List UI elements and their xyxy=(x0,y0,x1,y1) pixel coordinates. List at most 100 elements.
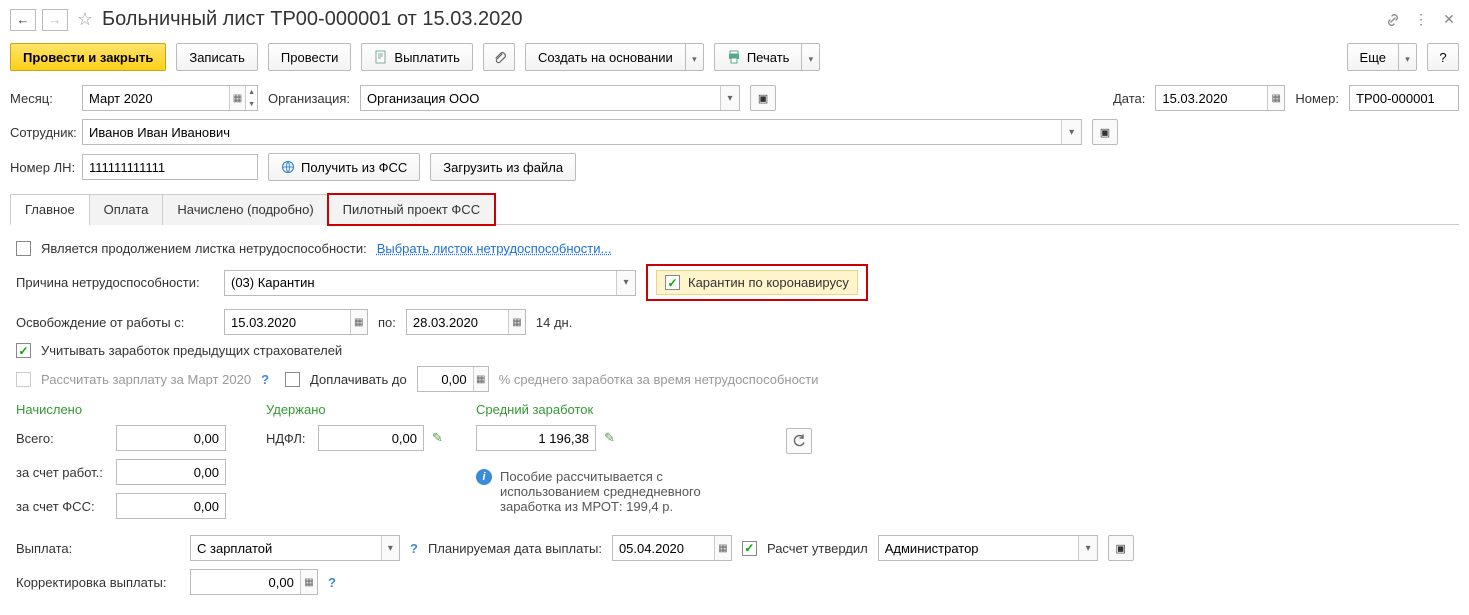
avg-input[interactable] xyxy=(476,425,596,451)
calendar-icon[interactable]: ▦ xyxy=(350,310,367,334)
release-label: Освобождение от работы с: xyxy=(16,315,214,330)
avg-info: Пособие рассчитывается с использованием … xyxy=(500,469,710,514)
link-icon[interactable] xyxy=(1383,10,1403,30)
topup-checkbox[interactable] xyxy=(285,372,300,387)
chevron-down-icon[interactable]: ▾ xyxy=(616,271,635,295)
pay-button[interactable]: Выплатить xyxy=(361,43,473,71)
reason-label: Причина нетрудоспособности: xyxy=(16,275,214,290)
employee-open-button[interactable]: ▣ xyxy=(1092,119,1118,145)
continuation-label: Является продолжением листка нетрудоспос… xyxy=(41,241,367,256)
continuation-checkbox[interactable] xyxy=(16,241,31,256)
correction-input[interactable]: ▦ xyxy=(190,569,318,595)
save-label: Записать xyxy=(189,50,245,65)
print-button[interactable]: Печать xyxy=(714,43,821,71)
covid-label: Карантин по коронавирусу xyxy=(688,275,849,290)
up-icon[interactable]: ▲ xyxy=(246,86,257,98)
load-file-button[interactable]: Загрузить из файла xyxy=(430,153,576,181)
post-close-button[interactable]: Провести и закрыть xyxy=(10,43,166,71)
tab-accrued-details[interactable]: Начислено (подробно) xyxy=(162,194,328,225)
down-icon[interactable]: ▼ xyxy=(246,98,257,110)
month-label: Месяц: xyxy=(10,91,72,106)
avg-header: Средний заработок xyxy=(476,402,756,417)
chevron-down-icon[interactable]: ▾ xyxy=(1061,120,1081,144)
employee-label: Сотрудник: xyxy=(10,125,72,140)
help-correction[interactable]: ? xyxy=(328,575,336,590)
month-input[interactable]: ▦ ▲▼ xyxy=(82,85,258,111)
covid-checkbox[interactable] xyxy=(665,275,680,290)
chevron-down-icon[interactable]: ▾ xyxy=(1078,536,1096,560)
create-based-dropdown[interactable] xyxy=(686,43,704,71)
number-input[interactable] xyxy=(1349,85,1459,111)
paperclip-icon xyxy=(492,50,506,64)
pencil-icon[interactable]: ✎ xyxy=(604,430,615,446)
tab-fss-pilot[interactable]: Пилотный проект ФСС xyxy=(328,194,495,225)
tab-payment[interactable]: Оплата xyxy=(89,194,164,225)
continuation-link[interactable]: Выбрать листок нетрудоспособности... xyxy=(377,241,612,256)
date-from-input[interactable]: ▦ xyxy=(224,309,368,335)
recalc-label: Рассчитать зарплату за Март 2020 xyxy=(41,372,251,387)
date-input[interactable]: ▦ xyxy=(1155,85,1285,111)
print-dropdown[interactable] xyxy=(802,43,820,71)
total-input[interactable] xyxy=(116,425,226,451)
pay-label: Выплатить xyxy=(394,50,460,65)
topup-input[interactable]: ▦ xyxy=(417,366,489,392)
post-button[interactable]: Провести xyxy=(268,43,352,71)
date-to-input[interactable]: ▦ xyxy=(406,309,526,335)
help-recalc[interactable]: ? xyxy=(261,372,269,387)
approved-open-button[interactable]: ▣ xyxy=(1108,535,1134,561)
payment-input[interactable]: ▾ xyxy=(190,535,400,561)
approved-input[interactable]: ▾ xyxy=(878,535,1098,561)
fss-input[interactable] xyxy=(116,493,226,519)
prev-insurers-label: Учитывать заработок предыдущих страховат… xyxy=(41,343,342,358)
create-based-label: Создать на основании xyxy=(538,50,673,65)
covid-highlight: Карантин по коронавирусу xyxy=(646,264,868,301)
topup-suffix: % среднего заработка за время нетрудоспо… xyxy=(499,372,819,387)
reason-input[interactable]: ▾ xyxy=(224,270,636,296)
favorite-icon[interactable]: ☆ xyxy=(74,9,96,31)
save-button[interactable]: Записать xyxy=(176,43,258,71)
chevron-down-icon[interactable]: ▾ xyxy=(720,86,739,110)
help-payment[interactable]: ? xyxy=(410,541,418,556)
info-icon: i xyxy=(476,469,492,485)
calendar-icon[interactable]: ▦ xyxy=(714,536,731,560)
org-open-button[interactable]: ▣ xyxy=(750,85,776,111)
planned-input[interactable]: ▦ xyxy=(612,535,732,561)
calc-icon[interactable]: ▦ xyxy=(300,570,317,594)
calendar-icon[interactable]: ▦ xyxy=(508,310,525,334)
help-button[interactable]: ? xyxy=(1427,43,1459,71)
employer-input[interactable] xyxy=(116,459,226,485)
print-label: Печать xyxy=(747,50,790,65)
ln-label: Номер ЛН: xyxy=(10,160,72,175)
close-icon[interactable]: ✕ xyxy=(1439,10,1459,30)
get-fss-button[interactable]: Получить из ФСС xyxy=(268,153,420,181)
create-based-button[interactable]: Создать на основании xyxy=(525,43,704,71)
employer-label: за счет работ.: xyxy=(16,465,108,480)
refresh-button[interactable] xyxy=(786,428,812,454)
calendar-icon[interactable]: ▦ xyxy=(229,86,246,110)
ln-input[interactable] xyxy=(82,154,258,180)
prev-insurers-checkbox[interactable] xyxy=(16,343,31,358)
chevron-down-icon[interactable]: ▾ xyxy=(381,536,399,560)
back-button[interactable]: ← xyxy=(10,9,36,31)
employee-input[interactable]: ▾ xyxy=(82,119,1082,145)
org-input[interactable]: ▾ xyxy=(360,85,740,111)
attach-button[interactable] xyxy=(483,43,515,71)
menu-icon[interactable]: ⋮ xyxy=(1411,10,1431,30)
accrued-header: Начислено xyxy=(16,402,236,417)
load-file-label: Загрузить из файла xyxy=(443,160,563,175)
document-icon xyxy=(374,50,388,64)
calendar-icon[interactable]: ▦ xyxy=(1267,86,1284,110)
post-label: Провести xyxy=(281,50,339,65)
more-dropdown[interactable] xyxy=(1399,43,1417,71)
calc-icon[interactable]: ▦ xyxy=(473,367,488,391)
forward-button[interactable]: → xyxy=(42,9,68,31)
total-label: Всего: xyxy=(16,431,108,446)
approved-checkbox[interactable] xyxy=(742,541,757,556)
globe-icon xyxy=(281,160,295,174)
more-button[interactable]: Еще xyxy=(1347,43,1417,71)
tab-main[interactable]: Главное xyxy=(10,194,90,225)
more-label: Еще xyxy=(1360,50,1386,65)
ndfl-input[interactable] xyxy=(318,425,424,451)
number-label: Номер: xyxy=(1295,91,1339,106)
pencil-icon[interactable]: ✎ xyxy=(432,430,443,446)
